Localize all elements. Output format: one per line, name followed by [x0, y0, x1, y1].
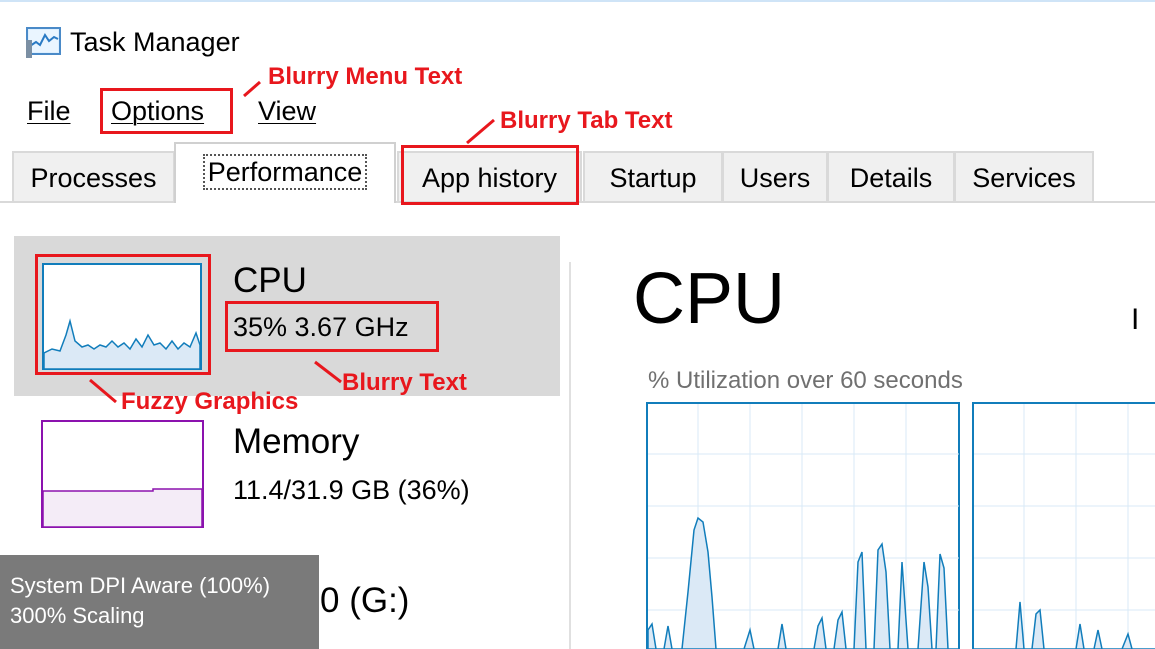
tab-performance[interactable]: Performance: [174, 142, 396, 203]
window-top-border: [0, 0, 1155, 2]
sidebar-drive-label[interactable]: 0 (G:): [320, 580, 409, 622]
task-manager-icon: [26, 27, 61, 58]
tab-processes[interactable]: Processes: [12, 151, 175, 201]
tab-label: Performance: [202, 154, 368, 190]
utilization-label: % Utilization over 60 seconds: [648, 367, 963, 394]
tab-annotation-box: [401, 145, 579, 205]
partial-header-text: I: [1131, 303, 1140, 336]
menu-annotation-label: Blurry Menu Text: [268, 63, 463, 90]
overlay-line-1: System DPI Aware (100%): [10, 573, 271, 598]
overlay-line-2: 300% Scaling: [10, 603, 145, 628]
tab-annotation-label: Blurry Tab Text: [500, 107, 673, 134]
graphics-annotation-box: [35, 254, 211, 375]
text-annotation-label: Blurry Text: [342, 369, 467, 396]
tab-label: Users: [739, 163, 811, 193]
graphics-annotation-arrow: [89, 378, 117, 404]
sidebar-memory-value: 11.4/31.9 GB (36%): [233, 475, 470, 505]
page-title: CPU: [633, 259, 786, 339]
tab-label: Processes: [30, 163, 157, 193]
menu-annotation-box: [100, 88, 233, 134]
sidebar-memory-label: Memory: [233, 422, 360, 461]
text-annotation-arrow: [314, 360, 342, 384]
tab-users[interactable]: Users: [722, 151, 828, 201]
tab-services[interactable]: Services: [954, 151, 1094, 201]
dpi-info-overlay: System DPI Aware (100%) 300% Scaling: [0, 555, 319, 649]
tab-label: Details: [849, 163, 933, 193]
text-annotation-box: [225, 301, 439, 352]
menu-view[interactable]: View: [258, 94, 316, 128]
tab-details[interactable]: Details: [827, 151, 955, 201]
memory-thumbnail-graph[interactable]: [41, 420, 204, 528]
cpu-core-graph-1: [646, 402, 960, 649]
tab-label: Startup: [609, 163, 697, 193]
window-title: Task Manager: [70, 27, 240, 57]
cpu-core-graph-2: [972, 402, 1155, 649]
tab-annotation-arrow: [466, 118, 495, 145]
graphics-annotation-label: Fuzzy Graphics: [121, 388, 299, 415]
sidebar-divider: [569, 262, 571, 649]
menu-file[interactable]: File: [27, 94, 71, 128]
tab-startup[interactable]: Startup: [583, 151, 723, 201]
tab-label: Services: [972, 163, 1076, 193]
menu-annotation-arrow: [243, 80, 261, 98]
sidebar-cpu-label: CPU: [233, 261, 307, 300]
